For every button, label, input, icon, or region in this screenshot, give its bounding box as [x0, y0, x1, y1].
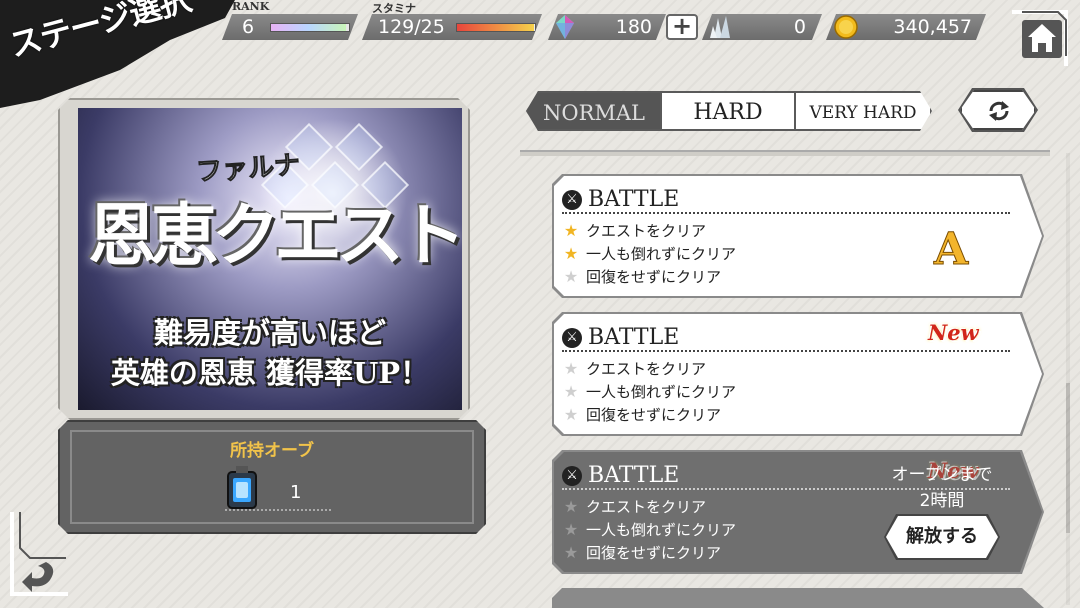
list-scroll-track	[1066, 153, 1070, 605]
star-icon: ★	[563, 267, 579, 286]
stamina-segment: 129/25	[362, 14, 542, 40]
open-countdown: オープンまで 2時間	[872, 462, 1012, 514]
stamina-value: 129/25	[378, 16, 445, 38]
home-icon	[1012, 10, 1068, 66]
open-countdown-time: 2時間	[919, 491, 965, 511]
star-icon: ★	[563, 359, 579, 378]
condition-row: ★ 一人も倒れずにクリア	[562, 519, 736, 541]
quest-card-locked[interactable]: ⚔ BATTLE New オープンまで 2時間 ★ クエストをクリア ★ 一人も倒れ…	[552, 450, 1044, 574]
crystal-icon	[556, 15, 574, 39]
star-icon: ★	[563, 382, 579, 401]
star-icon: ★	[563, 520, 579, 539]
quest-card-body: ⚔ BATTLE ★ クエストをクリア ★ 一人も倒れずにクリア ★ 回復をせずにクリ…	[554, 176, 1042, 296]
gold-value: 340,457	[893, 16, 972, 38]
orb-count-underline	[225, 509, 331, 511]
quest-card-body: ⚔ BATTLE New オープンまで 2時間 ★ クエストをクリア ★ 一人も倒れ…	[554, 452, 1042, 572]
gold-segment: 340,457	[826, 14, 986, 40]
shard-value: 0	[793, 16, 806, 38]
condition-text: 一人も倒れずにクリア	[586, 383, 737, 401]
stamina-caption: スタミナ	[372, 2, 416, 15]
quest-card-partial[interactable]	[552, 588, 1044, 608]
quest-card[interactable]: ⚔ BATTLE ★ クエストをクリア ★ 一人も倒れずにクリア ★ 回復をせずにクリ…	[552, 174, 1044, 298]
condition-row: ★ 一人も倒れずにクリア	[562, 243, 736, 265]
quest-type-label: BATTLE	[588, 325, 680, 350]
crossed-swords-icon: ⚔	[562, 328, 582, 348]
banner-title: 恩恵クエスト	[88, 196, 462, 276]
quest-card-body: ⚔ BATTLE New ★ クエストをクリア ★ 一人も倒れずにクリア ★ 回復をせ…	[554, 314, 1042, 434]
condition-row: ★ 一人も倒れずにクリア	[562, 381, 736, 403]
crossed-swords-icon: ⚔	[562, 190, 582, 210]
refresh-icon	[986, 98, 1012, 124]
add-crystal-button[interactable]: +	[666, 14, 698, 40]
quest-type-label: BATTLE	[588, 463, 680, 488]
orb-panel: 所持オーブ	[58, 420, 486, 534]
unlock-button[interactable]: 解放する	[886, 516, 998, 558]
back-button[interactable]	[10, 508, 70, 598]
condition-text: 回復をせずにクリア	[586, 406, 722, 424]
quest-type-label: BATTLE	[588, 187, 680, 212]
shard-segment: 0	[702, 14, 822, 40]
condition-text: 回復をせずにクリア	[586, 544, 722, 562]
refresh-button[interactable]	[960, 90, 1036, 130]
star-icon: ★	[563, 497, 579, 516]
shard-icon	[710, 16, 734, 38]
stamina-progress-fill	[457, 24, 534, 31]
crystal-value: 180	[615, 16, 652, 38]
status-bar: RANK 6 スタミナ 129/25 180 + 0 340,457	[222, 0, 1002, 42]
gold-coin-icon	[834, 15, 858, 39]
condition-row: ★ クエストをクリア	[562, 220, 706, 242]
difficulty-tabs: NORMAL HARD VERY HARD	[526, 91, 932, 131]
rank-caption: RANK	[232, 0, 270, 13]
orb-panel-title: 所持オーブ	[230, 441, 314, 461]
condition-row: ★ クエストをクリア	[562, 496, 706, 518]
tab-normal[interactable]: NORMAL	[526, 91, 662, 131]
rank-grade: A	[934, 224, 969, 275]
quest-banner: ファルナ 恩恵クエスト 難易度が高いほど 英雄の恩恵 獲得率UP！	[78, 108, 462, 410]
condition-text: クエストをクリア	[586, 498, 707, 516]
rank-progress-bar	[270, 23, 350, 32]
star-icon: ★	[563, 543, 579, 562]
banner-line-2: 英雄の恩恵 獲得率UP！	[110, 356, 430, 390]
quest-card-header: ⚔ BATTLE	[562, 186, 1010, 214]
condition-text: 一人も倒れずにクリア	[586, 521, 737, 539]
condition-row: ★ 回復をせずにクリア	[562, 266, 721, 288]
open-countdown-label: オープンまで	[891, 465, 993, 485]
rank-value: 6	[242, 16, 255, 38]
condition-text: クエストをクリア	[586, 360, 707, 378]
condition-row: ★ クエストをクリア	[562, 358, 706, 380]
tab-hard[interactable]: HARD	[662, 91, 796, 131]
tab-very-hard[interactable]: VERY HARD	[796, 91, 932, 131]
star-icon: ★	[563, 221, 579, 240]
list-scrollbar[interactable]	[1066, 383, 1070, 533]
condition-row: ★ 回復をせずにクリア	[562, 404, 721, 426]
rank-progress-fill	[271, 24, 346, 31]
rank-segment: 6	[222, 14, 358, 40]
back-arrow-icon	[10, 512, 68, 596]
home-button[interactable]	[1010, 10, 1068, 68]
crossed-swords-icon: ⚔	[562, 466, 582, 486]
orb-count: 1	[290, 482, 302, 503]
list-top-divider	[520, 150, 1050, 156]
condition-text: 回復をせずにクリア	[586, 268, 722, 286]
condition-row: ★ 回復をせずにクリア	[562, 542, 721, 564]
crystal-segment: 180	[548, 14, 666, 40]
stamina-progress-bar	[456, 23, 536, 32]
banner-line-1: 難易度が高いほど	[153, 316, 386, 350]
star-icon: ★	[563, 405, 579, 424]
new-badge: New	[928, 320, 979, 345]
star-icon: ★	[563, 244, 579, 263]
orb-lantern-icon	[227, 466, 257, 509]
condition-text: 一人も倒れずにクリア	[586, 245, 737, 263]
condition-text: クエストをクリア	[586, 222, 707, 240]
quest-card[interactable]: ⚔ BATTLE New ★ クエストをクリア ★ 一人も倒れずにクリア ★ 回復をせ…	[552, 312, 1044, 436]
